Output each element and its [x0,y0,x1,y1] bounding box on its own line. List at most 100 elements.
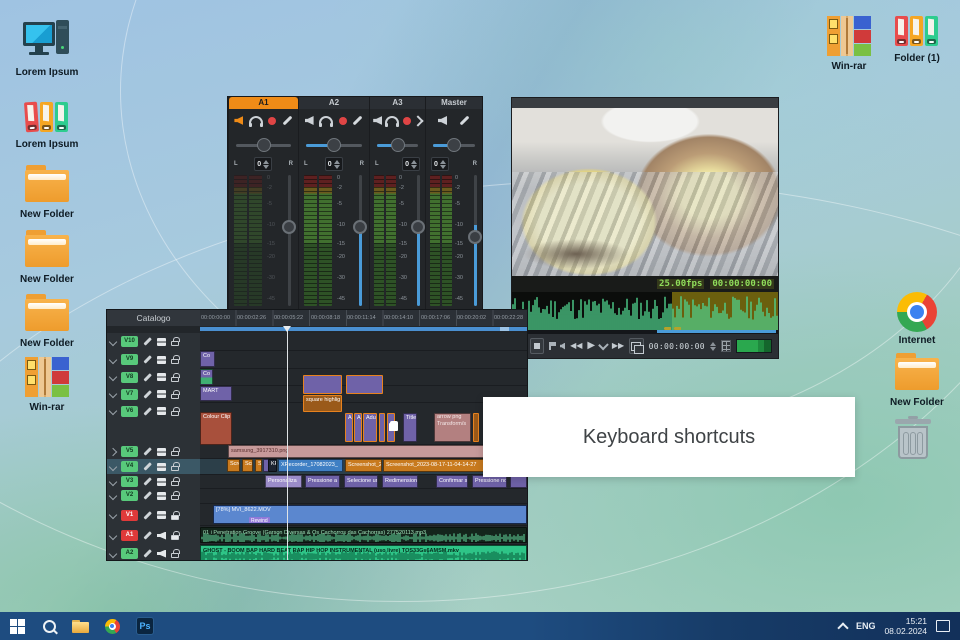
speaker-icon[interactable] [157,549,166,558]
track-header-a2[interactable]: A2 [107,545,200,560]
track-label[interactable]: V6 [121,405,138,417]
volume-fader[interactable] [353,175,367,306]
stop-button[interactable] [529,338,545,354]
chevron-down-icon[interactable] [108,462,118,471]
chevron-down-icon[interactable] [108,372,118,382]
volume-fader[interactable] [468,175,482,306]
language-indicator[interactable]: ENG [856,621,876,631]
track-label[interactable]: V8 [121,371,138,383]
track-label[interactable]: V5 [121,446,138,457]
mute-icon[interactable] [304,116,314,125]
zone-button[interactable] [629,338,645,354]
marker-icon[interactable] [549,342,557,350]
track-label[interactable]: A2 [121,548,138,559]
track-header-a1[interactable]: A1 [107,527,200,544]
chevron-down-icon[interactable] [598,339,609,350]
pan-value-spinner[interactable]: 0 [324,157,343,171]
rewind-button[interactable]: ◀◀ [570,342,582,350]
timeline-clip[interactable]: Redimensione... [382,475,418,488]
channel-header[interactable]: A1 [229,97,298,109]
taskbar-file-explorer[interactable] [64,612,96,640]
tab-catalogo[interactable]: Catalogo [107,310,200,326]
timeline-clip[interactable]: Selecione um... [344,475,378,488]
record-icon[interactable] [338,116,347,125]
lock-icon[interactable] [171,337,180,346]
lock-icon[interactable] [171,372,180,382]
pan-slider[interactable] [426,135,482,155]
audio-thumb-strip[interactable] [512,292,778,330]
composite-icon[interactable] [157,407,166,415]
edit-icon[interactable] [143,549,152,558]
track-header-v4-selected[interactable]: V4 [107,459,200,474]
desktop-icon-folder[interactable]: New Folder [14,227,80,285]
composite-icon[interactable] [157,511,166,519]
edit-icon[interactable] [143,355,152,364]
timeline-clip-selected[interactable]: Adu [363,413,377,442]
track-header-v5[interactable]: V5 [107,445,200,458]
edit-icon[interactable] [143,372,152,382]
pan-slider[interactable] [229,135,298,155]
lock-icon[interactable] [171,355,180,364]
timeline-clip-selected[interactable]: square highlig [303,395,342,412]
lock-icon[interactable] [171,406,180,416]
desktop-icon-folder[interactable]: New Folder [14,291,80,349]
pan-value-spinner[interactable]: 0 [402,157,420,171]
composite-icon[interactable] [157,337,166,346]
composite-icon[interactable] [157,491,166,500]
desktop-icon-folder1[interactable]: Folder (1) [884,14,950,64]
edit-icon[interactable] [459,115,470,126]
track-header-v1[interactable]: V1 [107,505,200,525]
chevron-down-icon[interactable] [108,491,118,500]
track-header-v6[interactable]: V6 [107,403,200,419]
mute-icon[interactable] [234,116,244,125]
record-icon[interactable] [402,116,411,125]
timeline-scrollbar[interactable] [200,326,527,332]
timeline-clip[interactable]: Title [403,413,417,442]
edit-icon[interactable] [143,531,152,540]
lock-icon[interactable] [171,477,180,486]
edit-icon[interactable] [143,447,152,456]
timeline-clip[interactable]: KR [268,459,277,472]
mute-icon[interactable] [373,116,383,125]
track-label[interactable]: V2 [121,490,138,501]
edit-icon[interactable] [143,337,152,346]
track-header-v2[interactable]: V2 [107,489,200,502]
mute-icon[interactable] [438,116,447,125]
timecode-spinner[interactable] [709,341,716,351]
timeline-clip[interactable]: Scre [242,459,253,472]
composite-icon[interactable] [157,355,166,364]
channel-header[interactable]: A2 [299,97,369,109]
channel-header[interactable]: A3 [370,97,425,109]
composite-icon[interactable] [157,462,166,471]
track-label[interactable]: V10 [121,336,138,347]
desktop-icon-binders[interactable]: Lorem Ipsum [14,100,80,150]
timeline-clip-selected[interactable] [473,413,479,442]
composite-icon[interactable] [157,373,166,381]
desktop-icon-recycle-bin[interactable] [884,416,950,462]
lock-icon[interactable] [171,491,180,500]
edit-icon[interactable] [143,491,152,500]
timeline-clip[interactable]: Scre [227,459,240,472]
volume-fader[interactable] [411,175,425,306]
timeline-clip[interactable]: Pressione a ... [305,475,340,488]
track-label[interactable]: V3 [121,476,138,487]
timeline-clip-selected[interactable] [346,375,383,394]
play-button[interactable]: ▶ [587,341,595,351]
edit-icon[interactable] [352,115,363,126]
composite-icon[interactable] [157,447,166,456]
track-label[interactable]: A1 [121,530,138,541]
track-header-v7[interactable]: V7 [107,386,200,402]
chevron-down-icon[interactable] [108,510,118,520]
track-label[interactable]: V1 [121,509,138,521]
grid-icon[interactable] [720,340,731,352]
edit-icon[interactable] [143,389,152,399]
timeline-clip[interactable]: arrow png Transform/s [434,413,471,442]
desktop-icon-computer[interactable]: Lorem Ipsum [14,20,80,78]
taskbar-chrome[interactable] [96,612,128,640]
taskbar-search-button[interactable] [34,612,64,640]
chevron-right-icon[interactable] [412,114,424,127]
forward-button[interactable]: ▶▶ [612,342,624,350]
track-label[interactable]: V9 [121,354,138,365]
timeline-clip[interactable]: Co [200,369,213,385]
track-label[interactable]: V4 [121,461,138,472]
